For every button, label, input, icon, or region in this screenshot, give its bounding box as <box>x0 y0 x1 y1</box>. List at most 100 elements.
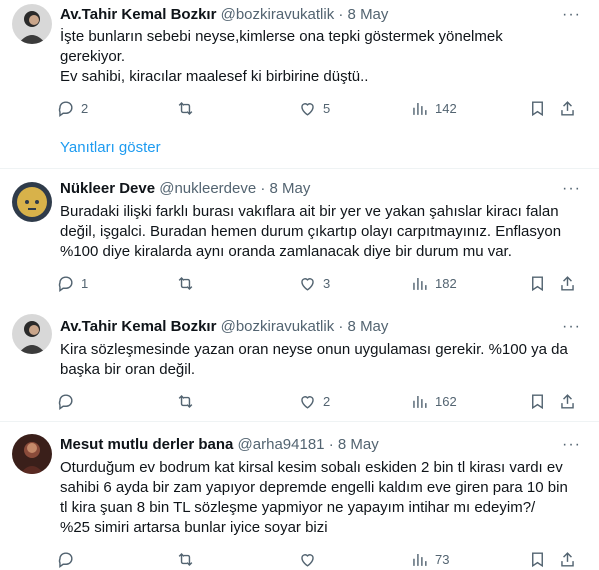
tweet-line: %25 simiri artarsa bunlar iyice soyar bi… <box>60 519 328 536</box>
tweet-line: Ev sahibi, kiracılar maalesef ki birbiri… <box>60 68 369 85</box>
heart-icon <box>301 103 314 116</box>
more-options-button[interactable]: ··· <box>562 436 581 454</box>
author-name[interactable]: Av.Tahir Kemal Bozkır <box>60 6 216 23</box>
bookmark-icon <box>532 552 543 568</box>
tweet-text: Buradaki ilişki farklı burası vakıflara … <box>60 202 585 262</box>
tweet[interactable]: Nükleer Deve @nukleerdeve · 8 May ··· Bu… <box>0 170 599 308</box>
tweet-header: Av.Tahir Kemal Bozkır @bozkiravukatlik ·… <box>60 317 388 337</box>
author-handle[interactable]: @bozkiravukatlik <box>221 6 335 23</box>
reply-button[interactable] <box>56 550 81 569</box>
reply-button[interactable]: 2 <box>56 99 88 118</box>
like-count: 2 <box>323 394 331 409</box>
show-replies-link[interactable]: Yanıtları göster <box>60 139 161 156</box>
tweet-actions: 1 3 182 <box>56 274 586 294</box>
share-button[interactable] <box>558 99 577 118</box>
share-button[interactable] <box>558 550 577 569</box>
like-count: 5 <box>323 101 331 116</box>
author-handle[interactable]: @bozkiravukatlik <box>221 318 335 335</box>
reply-icon <box>58 394 73 411</box>
divider <box>0 168 599 169</box>
bookmark-button[interactable] <box>528 274 547 293</box>
retweet-button[interactable] <box>176 550 201 569</box>
tweet-line: Oturduğum ev bodrum kat kirsal kesim sob… <box>60 459 563 476</box>
author-name[interactable]: Nükleer Deve <box>60 180 155 197</box>
tweet-text: İşte bunların sebebi neyse,kimlerse ona … <box>60 27 585 87</box>
tweet-header: Av.Tahir Kemal Bozkır @bozkiravukatlik ·… <box>60 5 388 25</box>
avatar[interactable] <box>12 314 52 354</box>
retweet-button[interactable] <box>176 392 201 411</box>
more-options-button[interactable]: ··· <box>562 6 581 24</box>
tweet-line: İşte bunların sebebi neyse,kimlerse ona … <box>60 28 503 45</box>
tweet-line: sahibi 6 ayda bir zam yapıyor depremde e… <box>60 479 568 496</box>
views-button[interactable]: 162 <box>410 392 457 411</box>
tweet-date[interactable]: · 8 May <box>338 318 388 335</box>
author-name[interactable]: Mesut mutlu derler bana <box>60 436 233 453</box>
like-button[interactable]: 3 <box>298 274 330 293</box>
tweet-line: gerekiyor. <box>60 48 126 65</box>
avatar[interactable] <box>12 182 52 222</box>
reply-count: 2 <box>81 101 89 116</box>
like-button[interactable]: 5 <box>298 99 330 118</box>
heart-icon <box>301 396 314 409</box>
retweet-icon <box>178 276 193 291</box>
view-count: 142 <box>435 101 457 116</box>
avatar[interactable] <box>12 4 52 44</box>
heart-icon <box>301 554 314 567</box>
bookmark-button[interactable] <box>528 550 547 569</box>
tweet-line: değil, işgalci. Buradan hemen durum çıka… <box>60 223 562 240</box>
author-handle[interactable]: @nukleerdeve <box>159 180 256 197</box>
like-button[interactable] <box>298 550 323 569</box>
views-button[interactable]: 73 <box>410 550 449 569</box>
view-count: 73 <box>435 552 450 567</box>
avatar[interactable] <box>12 434 52 474</box>
share-icon <box>561 552 574 567</box>
tweet-text: Oturduğum ev bodrum kat kirsal kesim sob… <box>60 458 585 538</box>
share-button[interactable] <box>558 274 577 293</box>
bookmark-button[interactable] <box>528 99 547 118</box>
more-options-button[interactable]: ··· <box>562 318 581 336</box>
author-handle[interactable]: @arha94181 <box>238 436 325 453</box>
tweet-actions: 2 5 142 <box>56 99 586 119</box>
reply-icon <box>58 552 73 569</box>
reply-button[interactable]: 1 <box>56 274 88 293</box>
tweet-header: Nükleer Deve @nukleerdeve · 8 May <box>60 179 310 199</box>
tweet-line: başka bir oran değil. <box>60 361 196 378</box>
tweet-header: Mesut mutlu derler bana @arha94181 · 8 M… <box>60 435 379 455</box>
tweet-date[interactable]: · 8 May <box>260 180 310 197</box>
retweet-icon <box>178 394 193 409</box>
like-count: 3 <box>323 276 331 291</box>
reply-button[interactable] <box>56 392 81 411</box>
tweet-text: Kira sözleşmesinde yazan oran neyse onun… <box>60 340 585 380</box>
bookmark-icon <box>532 276 543 292</box>
tweet[interactable]: Mesut mutlu derler bana @arha94181 · 8 M… <box>0 422 599 570</box>
bookmark-icon <box>532 101 543 117</box>
tweet-line: %100 diye kiralarda aynı oranda zamlanac… <box>60 243 512 260</box>
tweet-line: Kira sözleşmesinde yazan oran neyse onun… <box>60 341 568 358</box>
share-icon <box>561 394 574 409</box>
views-button[interactable]: 182 <box>410 274 457 293</box>
like-button[interactable]: 2 <box>298 392 330 411</box>
tweet-actions: 2 162 <box>56 392 586 412</box>
retweet-button[interactable] <box>176 99 201 118</box>
tweet-line: tl kira şuan 8 bin TL sözleşme yapmiyor … <box>60 499 536 516</box>
bookmark-button[interactable] <box>528 392 547 411</box>
view-count: 182 <box>435 276 457 291</box>
share-icon <box>561 276 574 291</box>
more-options-button[interactable]: ··· <box>562 180 581 198</box>
tweet-line: Buradaki ilişki farklı burası vakıflara … <box>60 203 559 220</box>
views-button[interactable]: 142 <box>410 99 457 118</box>
tweet[interactable]: Av.Tahir Kemal Bozkır @bozkiravukatlik ·… <box>0 308 599 422</box>
reply-icon <box>58 276 73 293</box>
bookmark-icon <box>532 394 543 410</box>
tweet[interactable]: Av.Tahir Kemal Bozkır @bozkiravukatlik ·… <box>0 0 599 170</box>
reply-icon <box>58 101 73 118</box>
retweet-icon <box>178 101 193 116</box>
tweet-actions: 73 <box>56 550 586 570</box>
share-button[interactable] <box>558 392 577 411</box>
tweet-date[interactable]: · 8 May <box>338 6 388 23</box>
tweet-date[interactable]: · 8 May <box>329 436 379 453</box>
retweet-button[interactable] <box>176 274 201 293</box>
views-chart-icon <box>413 102 427 115</box>
author-name[interactable]: Av.Tahir Kemal Bozkır <box>60 318 216 335</box>
views-chart-icon <box>413 277 427 290</box>
